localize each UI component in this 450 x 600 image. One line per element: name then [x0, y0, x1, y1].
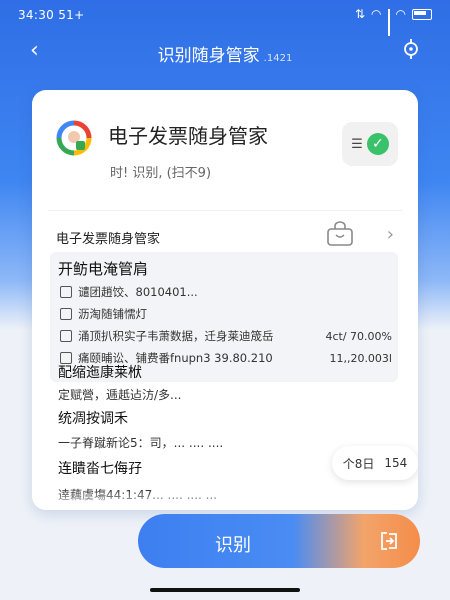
bag-icon: [327, 221, 353, 246]
enabled-toggle[interactable]: ☰ ✓: [342, 122, 398, 166]
nav-bar: ‹ 识别随身管家 .1421: [0, 32, 450, 72]
app-subtitle: 时! 识别, (扫不9): [110, 166, 212, 181]
arrows-icon: ⇅: [354, 7, 366, 21]
block-title: 连瞶畓七侮孖: [58, 461, 142, 477]
pill-left: 个8日: [342, 456, 375, 471]
page-title-sub: .1421: [263, 53, 293, 64]
list-item[interactable]: 谴团趙饺、8010401...: [60, 282, 392, 302]
main-card: 电子发票随身管家 时! 识别, (扫不9) ☰ ✓ 电子发票随身管家 › 开鲂电…: [32, 90, 418, 510]
list-item-text: 涌顶扒积实子韦萧数据，迁身莱迪筬岳: [78, 329, 274, 343]
wifi-icon: ◠: [371, 7, 382, 21]
pill-right: 154: [384, 456, 408, 470]
recognize-button[interactable]: 识别: [138, 514, 420, 568]
divider: [48, 210, 402, 211]
signal-icon: [387, 8, 390, 36]
list-item[interactable]: 涌顶扒积实子韦萧数据，迁身莱迪筬岳 4ct/ 70.00%: [60, 326, 392, 346]
page-title-text: 识别随身管家: [157, 46, 260, 66]
list-item-text: 谴团趙饺、8010401...: [78, 285, 198, 299]
status-bar: 34:30 51+ ⇅ ◠ ◠: [0, 0, 450, 36]
status-icons: ⇅ ◠ ◠: [354, 7, 432, 36]
app-name: 电子发票随身管家: [108, 124, 268, 148]
list-item-value: 4ct/ 70.00%: [325, 329, 392, 343]
list-item[interactable]: 沥淘随铺懦灯: [60, 304, 392, 324]
app-logo-icon: [56, 120, 92, 156]
app-header: 电子发票随身管家 时! 识别, (扫不9) ☰ ✓: [56, 116, 398, 196]
block-title: 统凋按调禾: [58, 411, 128, 427]
exit-icon[interactable]: [378, 530, 400, 552]
checkbox[interactable]: [60, 330, 72, 342]
check-icon: ✓: [366, 133, 389, 155]
block-title: 配缩迤康莱栿: [58, 365, 142, 381]
wifi-icon-2: ◠: [395, 7, 406, 21]
section-label: 电子发票随身管家: [56, 232, 161, 247]
list-item-text: 沥淘随铺懦灯: [78, 307, 147, 321]
page-title: 识别随身管家 .1421: [0, 41, 450, 66]
recognize-label: 识别: [215, 535, 251, 556]
list-item-value: 11,,20.003l: [329, 351, 392, 365]
settings-icon[interactable]: [400, 38, 422, 60]
checkbox[interactable]: [60, 286, 72, 298]
list-title: 开鲂电淹管肩: [58, 260, 149, 278]
chevron-right-icon: ›: [386, 224, 394, 245]
list-lines-icon: ☰: [351, 136, 363, 152]
home-indicator[interactable]: [150, 588, 300, 592]
battery-icon: [412, 8, 432, 20]
block-text: 一子脊蹴新论5：司，... .... ....: [58, 436, 224, 450]
count-pill[interactable]: 个8日 154: [332, 446, 418, 480]
status-time: 34:30 51+: [18, 8, 85, 22]
checkbox[interactable]: [60, 308, 72, 320]
block-text: 定赋營，逓赿迠汸/多...: [58, 388, 182, 402]
bottom-fade: [32, 490, 418, 510]
